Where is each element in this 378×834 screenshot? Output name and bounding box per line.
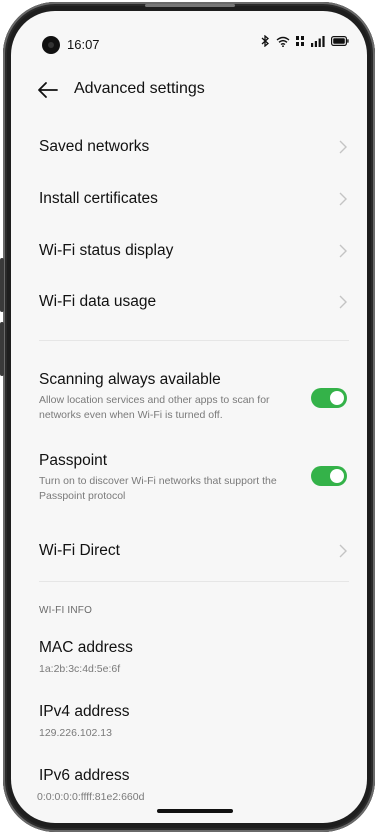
home-indicator[interactable] bbox=[157, 809, 233, 813]
passpoint-item[interactable]: Passpoint Turn on to discover Wi-Fi netw… bbox=[11, 452, 367, 504]
item-value: 0:0:0:0:0:ffff:81e2:660d bbox=[37, 791, 145, 803]
chevron-right-icon bbox=[339, 295, 347, 309]
mac-address-item: MAC address 1a:2b:3c:4d:5e:6f bbox=[11, 639, 367, 683]
front-camera bbox=[42, 36, 60, 54]
battery-icon bbox=[331, 36, 349, 46]
ipv6-address-item: IPv6 address 0:0:0:0:0:ffff:81e2:660d bbox=[11, 767, 367, 811]
volume-button bbox=[0, 322, 4, 376]
data-network-icon bbox=[296, 36, 304, 46]
item-label: Install certificates bbox=[39, 190, 158, 207]
wifi-icon bbox=[276, 36, 290, 47]
item-label: Wi-Fi Direct bbox=[39, 542, 120, 559]
item-value: 1a:2b:3c:4d:5e:6f bbox=[39, 663, 121, 675]
divider bbox=[39, 581, 349, 582]
item-label: IPv6 address bbox=[39, 767, 130, 784]
item-description: Allow location services and other apps t… bbox=[39, 394, 270, 421]
wifi-direct-item[interactable]: Wi-Fi Direct bbox=[11, 525, 367, 577]
status-bar: 16:07 bbox=[11, 11, 367, 55]
item-label: Passpoint bbox=[39, 452, 108, 469]
wifi-data-usage-item[interactable]: Wi-Fi data usage bbox=[11, 276, 367, 328]
screen: 16:07 Advanced settings Saved networks I… bbox=[11, 11, 367, 823]
scanning-always-available-item[interactable]: Scanning always available Allow location… bbox=[11, 371, 367, 423]
item-label: Saved networks bbox=[39, 138, 150, 155]
item-label: Wi-Fi status display bbox=[39, 242, 174, 259]
item-label: IPv4 address bbox=[39, 703, 130, 720]
item-description: Turn on to discover Wi-Fi networks that … bbox=[39, 475, 277, 502]
status-icons bbox=[260, 35, 349, 47]
phone-device: 16:07 Advanced settings Saved networks I… bbox=[0, 0, 378, 834]
chevron-right-icon bbox=[339, 544, 347, 558]
install-certificates-item[interactable]: Install certificates bbox=[11, 173, 367, 225]
item-label: MAC address bbox=[39, 639, 133, 656]
volume-button bbox=[0, 258, 4, 312]
switch-knob bbox=[330, 469, 344, 483]
divider bbox=[39, 340, 349, 341]
item-label: Wi-Fi data usage bbox=[39, 293, 157, 310]
app-header: Advanced settings bbox=[11, 75, 367, 107]
chevron-right-icon bbox=[339, 244, 347, 258]
speaker-slot bbox=[145, 4, 235, 7]
status-time: 16:07 bbox=[67, 37, 100, 52]
signal-icon bbox=[311, 35, 325, 47]
scanning-toggle-switch[interactable] bbox=[311, 388, 347, 408]
chevron-right-icon bbox=[339, 140, 347, 154]
item-label: Scanning always available bbox=[39, 371, 221, 388]
saved-networks-item[interactable]: Saved networks bbox=[11, 121, 367, 173]
switch-knob bbox=[330, 391, 344, 405]
wifi-status-display-item[interactable]: Wi-Fi status display bbox=[11, 225, 367, 277]
item-value: 129.226.102.13 bbox=[39, 727, 112, 739]
page-title: Advanced settings bbox=[74, 80, 205, 97]
chevron-right-icon bbox=[339, 192, 347, 206]
passpoint-toggle-switch[interactable] bbox=[311, 466, 347, 486]
back-arrow-icon[interactable] bbox=[37, 81, 59, 99]
ipv4-address-item: IPv4 address 129.226.102.13 bbox=[11, 703, 367, 747]
bluetooth-icon bbox=[261, 35, 269, 47]
section-header-wifi-info: WI-FI INFO bbox=[39, 605, 93, 616]
